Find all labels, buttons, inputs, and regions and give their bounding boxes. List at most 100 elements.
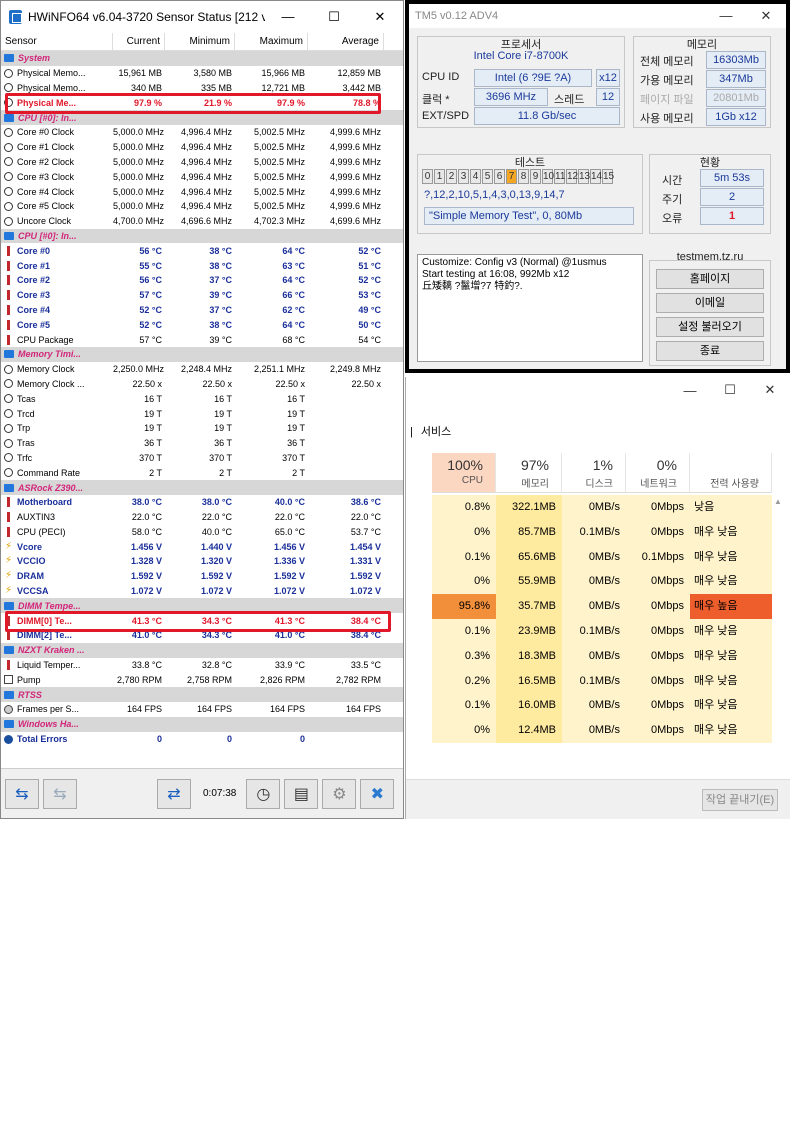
tm5-title: TM5 v0.12 ADV4	[415, 10, 499, 22]
taskmgr-minimize-icon[interactable]: —	[670, 383, 710, 398]
tm5-titlebar[interactable]: TM5 v0.12 ADV4 — ✕	[409, 4, 786, 28]
sensor-row[interactable]: ⚡ VCCSA 1.072 V 1.072 V 1.072 V 1.072 V	[1, 584, 403, 599]
sensor-average-value: 1.592 V	[349, 571, 381, 582]
maximize-icon[interactable]: ☐	[311, 9, 357, 25]
sensor-row[interactable]: Core #3 Clock 5,000.0 MHz 4,996.4 MHz 5,002…	[1, 169, 403, 184]
sensor-maximum-value: 1.072 V	[273, 586, 305, 597]
col-network[interactable]: 0% 네트워크	[626, 453, 690, 492]
sensor-group-row[interactable]: Windows Ha...	[1, 716, 403, 732]
sensor-group-row[interactable]: ASRock Z390...	[1, 480, 403, 495]
network-icon[interactable]: ⇄	[157, 778, 191, 809]
sensor-row[interactable]: Physical Memo... 15,961 MB 3,580 MB 15,966 …	[1, 66, 403, 81]
sensor-row[interactable]: Trfc 370 T 370 T 370 T	[1, 451, 403, 466]
col-maximum[interactable]: Maximum	[235, 33, 308, 50]
col-disk[interactable]: 1% 디스크	[562, 453, 626, 492]
process-row[interactable]: 0.8% 322.1MB 0MB/s 0Mbps 낮음	[432, 495, 772, 520]
homepage-button[interactable]: 홈페이지	[656, 269, 764, 289]
settings-gear-icon[interactable]: ⚙	[322, 778, 357, 809]
sensor-row[interactable]: Tcas 16 T 16 T 16 T	[1, 391, 403, 406]
col-minimum[interactable]: Minimum	[165, 33, 235, 50]
sensor-row[interactable]: CPU (PECI) 58.0 °C 40.0 °C 65.0 °C 53.7 °C	[1, 525, 403, 540]
sensor-row[interactable]: Core #4 52 °C 37 °C 62 °C 49 °C	[1, 303, 403, 318]
close-icon[interactable]: ✕	[357, 9, 403, 25]
sensor-row[interactable]: Trcd 19 T 19 T 19 T	[1, 406, 403, 421]
col-memory[interactable]: 97% 메모리	[496, 453, 562, 492]
sensor-group-row[interactable]: CPU [#0]: In...	[1, 228, 403, 244]
sensor-list[interactable]: System Physical Memo... 15,961 MB 3,580 MB 1…	[1, 51, 403, 767]
sensor-row[interactable]: Core #0 56 °C 38 °C 64 °C 52 °C	[1, 243, 403, 258]
sensor-row[interactable]: ⚡ VCCIO 1.328 V 1.320 V 1.336 V 1.331 V	[1, 554, 403, 569]
test-panel: 테스트 0 1 2 3 4 5 6 7 8 9 1011 12131415 ?,12,2,10,5,1…	[417, 154, 643, 234]
report-icon[interactable]: ▤	[284, 778, 319, 809]
hwinfo-titlebar[interactable]: HWiNFO64 v6.04-3720 Sensor Status [212 v…	[1, 1, 403, 33]
log-box[interactable]: Customize: Config v3 (Normal) @1usmus St…	[417, 254, 643, 362]
col-average[interactable]: Average	[308, 33, 384, 50]
sensor-row[interactable]: Core #2 Clock 5,000.0 MHz 4,996.4 MHz 5,002…	[1, 155, 403, 170]
sensor-row[interactable]: Liquid Temper... 33.8 °C 32.8 °C 33.9 °C 33.…	[1, 658, 403, 673]
process-row[interactable]: 0.1% 65.6MB 0MB/s 0.1Mbps 매우 낮음	[432, 544, 772, 570]
process-row[interactable]: 0% 12.4MB 0MB/s 0Mbps 매우 낮음	[432, 718, 772, 743]
col-cpu[interactable]: 100% CPU	[432, 453, 496, 492]
clock-icon[interactable]: ◷	[246, 778, 281, 809]
sensor-maximum-value: 40.0 °C	[274, 497, 305, 508]
site-label[interactable]: testmem.tz.ru	[650, 251, 770, 263]
process-row[interactable]: 0.1% 16.0MB 0MB/s 0Mbps 매우 낮음	[432, 693, 772, 719]
sensor-row[interactable]: Frames per S... 164 FPS 164 FPS 164 FPS 164 …	[1, 702, 403, 717]
sensor-group-row[interactable]: System	[1, 51, 403, 66]
sensor-row[interactable]: Pump 2,780 RPM 2,758 RPM 2,826 RPM 2,782 RPM	[1, 672, 403, 687]
sensor-row[interactable]: Core #4 Clock 5,000.0 MHz 4,996.4 MHz 5,002…	[1, 184, 403, 199]
cpu-total: 100%	[447, 457, 483, 473]
sensor-row[interactable]: Core #5 Clock 5,000.0 MHz 4,996.4 MHz 5,002…	[1, 199, 403, 214]
load-config-button[interactable]: 설정 불러오기	[656, 317, 764, 337]
sensor-row[interactable]: Motherboard 38.0 °C 38.0 °C 40.0 °C 38.6 °C	[1, 495, 403, 510]
sensor-row[interactable]: Core #2 56 °C 37 °C 64 °C 52 °C	[1, 273, 403, 288]
sensor-row[interactable]: Tras 36 T 36 T 36 T	[1, 436, 403, 451]
sensor-row[interactable]: Core #3 57 °C 39 °C 66 °C 53 °C	[1, 288, 403, 303]
process-net-cell: 0Mbps	[626, 668, 690, 694]
col-sensor[interactable]: Sensor	[1, 33, 113, 50]
sensor-row[interactable]: Trp 19 T 19 T 19 T	[1, 421, 403, 436]
memory-total: 97%	[520, 457, 549, 473]
exit-button[interactable]: 종료	[656, 341, 764, 361]
end-task-button[interactable]: 작업 끝내기(E)	[702, 789, 778, 811]
sensor-row[interactable]: Core #1 55 °C 38 °C 63 °C 51 °C	[1, 258, 403, 273]
sensor-row[interactable]: Core #0 Clock 5,000.0 MHz 4,996.4 MHz 5,002…	[1, 125, 403, 140]
sensor-row[interactable]: CPU Package 57 °C 39 °C 68 °C 54 °C	[1, 332, 403, 347]
taskmgr-titlebar[interactable]: — ☐ ✕	[406, 377, 790, 403]
sensor-maximum-value: 4,702.3 MHz	[253, 216, 305, 227]
tm5-close-icon[interactable]: ✕	[746, 8, 786, 24]
process-row[interactable]: 0% 55.9MB 0MB/s 0Mbps 매우 낮음	[432, 569, 772, 595]
process-row[interactable]: 0.1% 23.9MB 0.1MB/s 0Mbps 매우 낮음	[432, 619, 772, 644]
cycle-label: 주기	[662, 194, 683, 206]
col-current[interactable]: Current	[113, 33, 165, 50]
navigate-arrows-disabled-icon[interactable]: ⇆	[43, 778, 77, 809]
minimize-icon[interactable]: —	[265, 9, 311, 25]
sensor-row[interactable]: Uncore Clock 4,700.0 MHz 4,696.6 MHz 4,702.…	[1, 214, 403, 229]
taskmgr-close-icon[interactable]: ✕	[750, 382, 790, 398]
sensor-group-row[interactable]: RTSS	[1, 687, 403, 703]
tab-services[interactable]: 서비스	[417, 426, 455, 442]
email-button[interactable]: 이메일	[656, 293, 764, 313]
sensor-row[interactable]: Memory Clock ... 22.50 x 22.50 x 22.50 x 22.…	[1, 377, 403, 392]
process-row[interactable]: 0% 85.7MB 0.1MB/s 0Mbps 매우 낮음	[432, 519, 772, 545]
sensor-row[interactable]: Core #5 52 °C 38 °C 64 °C 50 °C	[1, 317, 403, 332]
process-row[interactable]: 95.8% 35.7MB 0MB/s 0Mbps 매우 높음	[432, 594, 772, 619]
col-power[interactable]: 전력 사용량	[690, 453, 772, 492]
sensor-row[interactable]: Command Rate 2 T 2 T 2 T	[1, 465, 403, 480]
close-sensors-icon[interactable]: ✖	[360, 778, 395, 809]
tm5-minimize-icon[interactable]: —	[706, 8, 746, 24]
sensor-maximum-value: 16 T	[287, 393, 305, 404]
sensor-row[interactable]: ⚡ DRAM 1.592 V 1.592 V 1.592 V 1.592 V	[1, 569, 403, 584]
sensor-row[interactable]: Total Errors 0 0 0	[1, 732, 403, 747]
navigate-arrows-icon[interactable]: ⇆	[5, 778, 39, 809]
sensor-row[interactable]: Core #1 Clock 5,000.0 MHz 4,996.4 MHz 5,002…	[1, 140, 403, 155]
sensor-row[interactable]: AUXTIN3 22.0 °C 22.0 °C 22.0 °C 22.0 °C	[1, 510, 403, 525]
sensor-row[interactable]: Memory Clock 2,250.0 MHz 2,248.4 MHz 2,251.…	[1, 362, 403, 377]
sensor-group-row[interactable]: NZXT Kraken ...	[1, 642, 403, 658]
sensor-row[interactable]: ⚡ Vcore 1.456 V 1.440 V 1.456 V 1.454 V	[1, 539, 403, 554]
sensor-group-row[interactable]: Memory Timi...	[1, 346, 403, 362]
process-row[interactable]: 0.2% 16.5MB 0.1MB/s 0Mbps 매우 낮음	[432, 668, 772, 694]
taskmgr-maximize-icon[interactable]: ☐	[710, 382, 750, 398]
sensor-minimum-value: 2,758 RPM	[186, 674, 232, 685]
process-row[interactable]: 0.3% 18.3MB 0MB/s 0Mbps 매우 낮음	[432, 643, 772, 669]
